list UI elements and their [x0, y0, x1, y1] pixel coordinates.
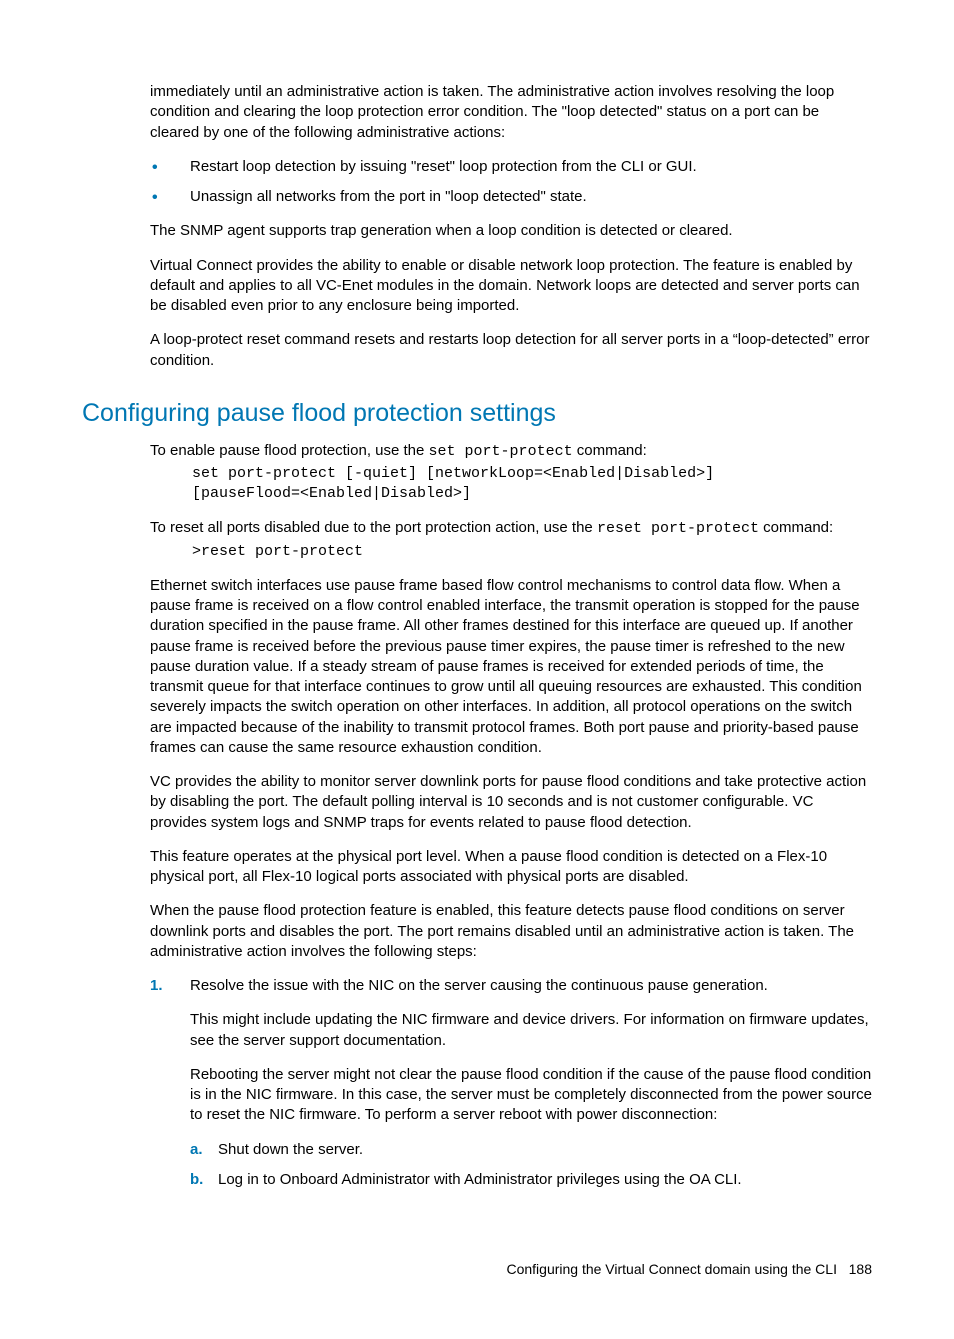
sub-list: a. Shut down the server. b. Log in to On…: [190, 1140, 872, 1191]
page-footer: Configuring the Virtual Connect domain u…: [82, 1260, 872, 1279]
body-paragraph: This might include updating the NIC firm…: [190, 1010, 872, 1051]
list-marker: b.: [190, 1170, 203, 1190]
body-paragraph: This feature operates at the physical po…: [150, 847, 872, 888]
body-paragraph: To enable pause flood protection, use th…: [150, 441, 872, 462]
footer-text: Configuring the Virtual Connect domain u…: [506, 1261, 837, 1277]
text: To enable pause flood protection, use th…: [150, 442, 429, 459]
code-block: >reset port-protect: [192, 542, 872, 562]
list-marker: 1.: [150, 976, 163, 996]
code-block: set port-protect [-quiet] [networkLoop=<…: [192, 464, 872, 505]
body-paragraph: When the pause flood protection feature …: [150, 901, 872, 962]
page-number: 188: [849, 1261, 872, 1277]
body-paragraph: A loop-protect reset command resets and …: [150, 330, 872, 371]
list-marker: a.: [190, 1140, 203, 1160]
list-item: Restart loop detection by issuing "reset…: [150, 157, 872, 177]
text: command:: [573, 442, 647, 459]
body-paragraph: Rebooting the server might not clear the…: [190, 1065, 872, 1126]
list-item: Unassign all networks from the port in "…: [150, 187, 872, 207]
step-text: Resolve the issue with the NIC on the se…: [190, 977, 768, 994]
body-paragraph: immediately until an administrative acti…: [150, 82, 872, 143]
body-paragraph: VC provides the ability to monitor serve…: [150, 772, 872, 833]
section-heading: Configuring pause flood protection setti…: [82, 397, 872, 431]
numbered-list: 1. Resolve the issue with the NIC on the…: [82, 976, 872, 1190]
body-paragraph: Virtual Connect provides the ability to …: [150, 256, 872, 317]
body-paragraph: Ethernet switch interfaces use pause fra…: [150, 576, 872, 758]
list-item: b. Log in to Onboard Administrator with …: [190, 1170, 872, 1190]
inline-code: set port-protect: [429, 443, 573, 460]
body-paragraph: To reset all ports disabled due to the p…: [150, 518, 872, 539]
inline-code: reset port-protect: [597, 520, 759, 537]
sub-step-text: Shut down the server.: [218, 1141, 363, 1158]
text: To reset all ports disabled due to the p…: [150, 519, 597, 536]
bullet-list: Restart loop detection by issuing "reset…: [82, 157, 872, 208]
text: command:: [759, 519, 833, 536]
list-item: a. Shut down the server.: [190, 1140, 872, 1160]
sub-step-text: Log in to Onboard Administrator with Adm…: [218, 1171, 742, 1188]
body-paragraph: The SNMP agent supports trap generation …: [150, 221, 872, 241]
list-item: 1. Resolve the issue with the NIC on the…: [150, 976, 872, 1190]
